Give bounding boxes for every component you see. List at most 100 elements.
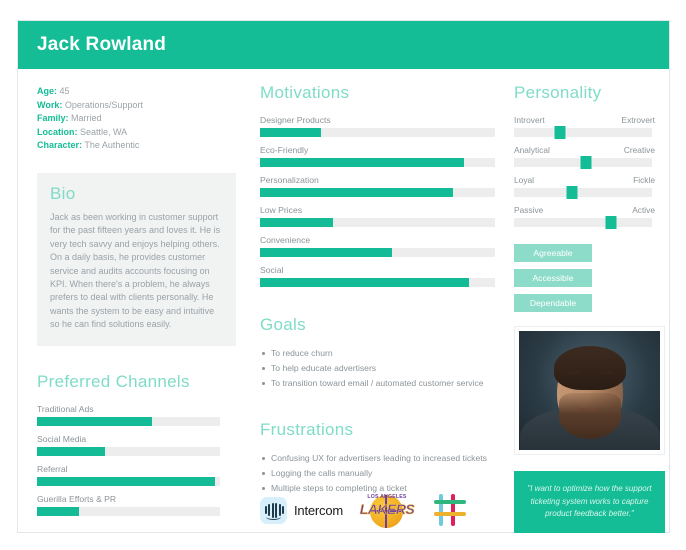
personality-slider[interactable]: Analytical Creative	[514, 145, 655, 169]
right-column: Personality Introvert Extrovert Analytical…	[510, 83, 669, 533]
bar-label: Eco-Friendly	[260, 145, 309, 155]
trait-tag: Dependable	[514, 294, 592, 312]
slider-handle[interactable]	[566, 186, 578, 199]
bar-fill	[37, 476, 215, 486]
slider-handle[interactable]	[554, 126, 566, 139]
bar-label: Referral	[37, 463, 68, 474]
avatar	[519, 331, 660, 450]
bar-track	[260, 278, 495, 287]
slider-labels: Introvert Extrovert	[514, 115, 655, 125]
bar-track	[37, 506, 220, 516]
lakers-label: LAKERS	[359, 501, 415, 518]
bar-label: Personalization	[260, 175, 319, 185]
persona-fact: Work: Operations/Support	[37, 99, 236, 113]
bar-track	[260, 218, 495, 227]
bar-item: Personalization	[260, 175, 498, 197]
preferred-channels-heading: Preferred Channels	[37, 371, 190, 391]
slack-stroke	[433, 500, 466, 504]
bar-item: Eco-Friendly	[260, 145, 498, 167]
bar-track	[260, 188, 495, 197]
bar-item: Designer Products	[260, 115, 498, 137]
persona-header: Jack Rowland	[18, 21, 669, 69]
bar-fill	[260, 278, 470, 287]
slider-label-left: Analytical	[514, 145, 550, 155]
trait-tag: Agreeable	[514, 244, 592, 262]
bar-track	[260, 158, 495, 167]
list-item: Confusing UX for advertisers leading to …	[260, 452, 498, 465]
slider-track[interactable]	[514, 126, 652, 139]
persona-fact-value: The Authentic	[82, 140, 140, 151]
persona-photo-frame	[514, 326, 665, 455]
bio-heading: Bio	[50, 183, 76, 203]
bar-track	[37, 416, 220, 426]
slider-handle[interactable]	[580, 156, 592, 169]
slider-label-right: Creative	[623, 145, 655, 155]
slack-stroke	[433, 512, 466, 516]
persona-fact-label: Work:	[37, 99, 63, 110]
persona-fact-value: Seattle, WA	[77, 126, 128, 137]
persona-quote: "I want to optimize how the support tick…	[514, 471, 665, 533]
list-item: Logging the calls manually	[260, 467, 498, 480]
lakers-logo: LOS ANGELES LAKERS	[356, 490, 418, 530]
slider-label-left: Passive	[514, 205, 544, 215]
bar-item: Guerilla Efforts & PR	[37, 494, 236, 516]
content-columns: Age: 45 Work: Operations/Support Family: M…	[18, 69, 669, 533]
motivations-section: Motivations Designer Products Eco-Friendl…	[260, 83, 498, 287]
portrait-hair	[553, 346, 626, 390]
persona-fact-label: Age:	[37, 86, 57, 96]
slider-track[interactable]	[514, 156, 652, 169]
intercom-logo: Intercom	[260, 496, 343, 524]
preferred-channels-chart: Traditional Ads Social Media Referral Gueri…	[37, 404, 236, 516]
bar-item: Traditional Ads	[37, 404, 236, 426]
bar-item: Social Media	[37, 434, 236, 456]
bar-label: Traditional Ads	[37, 403, 94, 414]
slider-track[interactable]	[514, 216, 652, 229]
preferred-channels-section: Preferred Channels Traditional Ads Social…	[37, 372, 236, 516]
left-column: Age: 45 Work: Operations/Support Family: M…	[18, 83, 250, 533]
list-item: To help educate advertisers	[260, 362, 498, 375]
persona-facts: Age: 45 Work: Operations/Support Family: M…	[37, 85, 236, 153]
trait-tags: Agreeable Accessible Dependable	[514, 244, 655, 312]
bar-fill	[260, 248, 392, 257]
persona-fact: Family: Married	[37, 112, 236, 126]
intercom-smile	[266, 514, 281, 520]
bar-fill	[37, 506, 80, 516]
bar-label: Social Media	[37, 433, 87, 444]
bar-fill	[260, 188, 453, 197]
motivations-chart: Designer Products Eco-Friendly Personaliza…	[260, 115, 498, 287]
portrait-eye-right	[600, 377, 609, 381]
bar-fill	[37, 416, 153, 426]
personality-section: Personality Introvert Extrovert Analytical…	[514, 83, 655, 229]
list-item: To reduce churn	[260, 347, 498, 360]
bar-label: Guerilla Efforts & PR	[37, 493, 117, 504]
personality-slider[interactable]: Passive Active	[514, 205, 655, 229]
intercom-bar	[265, 506, 267, 514]
lakers-top-text: LOS ANGELES	[367, 494, 407, 500]
trait-tag: Accessible	[514, 269, 592, 287]
goals-list: To reduce churn To help educate advertise…	[260, 347, 498, 390]
slider-track[interactable]	[514, 186, 652, 199]
persona-fact: Location: Seattle, WA	[37, 126, 236, 140]
persona-fact-label: Family:	[37, 113, 69, 124]
brand-logos: Intercom LOS ANGELES LAKERS	[260, 481, 510, 539]
portrait-beard	[558, 393, 621, 439]
bar-fill	[260, 158, 465, 167]
persona-fact: Age: 45	[37, 85, 236, 99]
bar-track	[37, 476, 220, 486]
slider-label-right: Active	[632, 205, 655, 215]
goals-section: Goals To reduce churn To help educate adv…	[260, 315, 498, 390]
slider-label-left: Loyal	[514, 175, 535, 185]
slider-labels: Passive Active	[514, 205, 655, 215]
slack-stroke	[438, 494, 443, 526]
persona-fact-label: Location:	[37, 126, 78, 137]
slider-label-left: Introvert	[514, 115, 545, 125]
personality-heading: Personality	[514, 83, 602, 102]
bar-track	[260, 248, 495, 257]
personality-slider[interactable]: Introvert Extrovert	[514, 115, 655, 139]
slider-handle[interactable]	[605, 216, 617, 229]
bar-item: Convenience	[260, 235, 498, 257]
personality-slider[interactable]: Loyal Fickle	[514, 175, 655, 199]
bar-item: Social	[260, 265, 498, 287]
bar-label: Designer Products	[260, 115, 331, 125]
bar-track	[260, 128, 495, 137]
